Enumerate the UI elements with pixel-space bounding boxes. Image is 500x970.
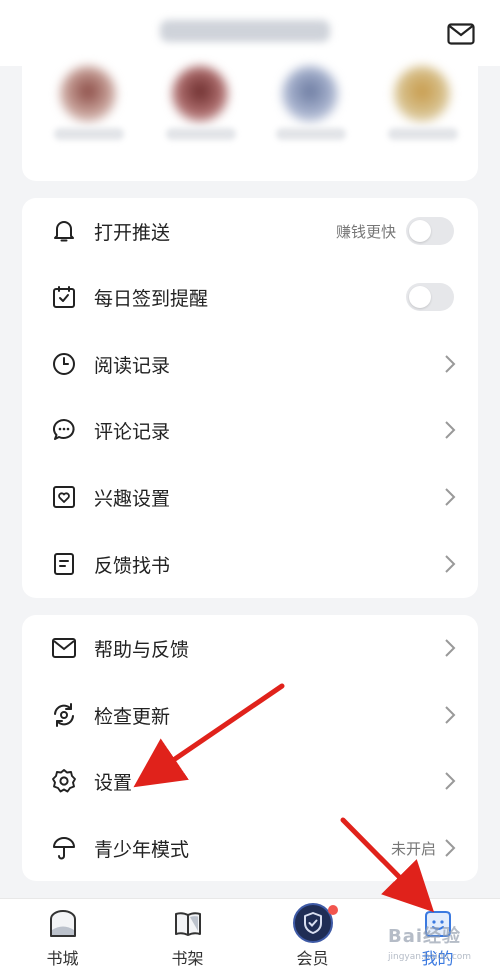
avatar[interactable] xyxy=(60,66,116,122)
bookstore-icon xyxy=(46,907,80,941)
toggle-knob xyxy=(409,286,431,308)
notification-dot xyxy=(328,905,338,915)
reading-history-row[interactable]: 阅读记录 xyxy=(22,331,478,397)
teen-mode-status: 未开启 xyxy=(390,839,436,858)
gear-icon xyxy=(50,767,78,795)
row-label: 阅读记录 xyxy=(94,354,171,377)
vip-shield-icon xyxy=(292,903,333,943)
avatar[interactable] xyxy=(394,66,450,122)
feedback-find-book-row[interactable]: 反馈找书 xyxy=(22,531,478,597)
toggle-knob xyxy=(409,220,431,242)
row-label: 每日签到提醒 xyxy=(94,287,209,310)
profile-header-area xyxy=(0,0,500,182)
checkin-reminder-row[interactable]: 每日签到提醒 xyxy=(22,264,478,330)
blurred-label xyxy=(54,128,124,140)
row-label: 评论记录 xyxy=(94,420,171,443)
tab-label: 书架 xyxy=(171,949,204,968)
avatar[interactable] xyxy=(172,66,228,122)
row-label: 打开推送 xyxy=(94,221,171,244)
row-label: 青少年模式 xyxy=(94,838,190,861)
calendar-check-icon xyxy=(50,283,78,311)
watermark-sub: jingyan.baidu.com xyxy=(388,952,472,962)
recent-authors-card xyxy=(22,50,478,181)
mail-button[interactable] xyxy=(444,18,478,50)
interest-settings-row[interactable]: 兴趣设置 xyxy=(22,464,478,530)
tab-bookshelf[interactable]: 书架 xyxy=(125,899,250,970)
chevron-right-icon xyxy=(442,638,458,658)
checkin-toggle[interactable] xyxy=(406,283,454,311)
row-label: 帮助与反馈 xyxy=(94,638,190,661)
chevron-right-icon xyxy=(442,838,458,858)
check-update-row[interactable]: 检查更新 xyxy=(22,682,478,748)
tab-bookstore[interactable]: 书城 xyxy=(0,899,125,970)
teen-mode-row[interactable]: 青少年模式 未开启 xyxy=(22,815,478,881)
chevron-right-icon xyxy=(442,420,458,440)
tab-label: 书城 xyxy=(46,949,79,968)
blurred-label xyxy=(276,128,346,140)
refresh-icon xyxy=(50,701,78,729)
mail-icon xyxy=(50,634,78,662)
chevron-right-icon xyxy=(442,705,458,725)
bell-icon xyxy=(50,217,78,245)
row-label: 兴趣设置 xyxy=(94,487,171,510)
umbrella-icon xyxy=(50,834,78,862)
avatar[interactable] xyxy=(282,66,338,122)
mail-icon xyxy=(447,23,475,45)
comment-history-row[interactable]: 评论记录 xyxy=(22,397,478,463)
document-icon xyxy=(50,550,78,578)
blurred-label xyxy=(166,128,236,140)
chevron-right-icon xyxy=(442,487,458,507)
tab-vip[interactable]: 会员 xyxy=(250,899,375,970)
clock-icon xyxy=(50,350,78,378)
row-label: 检查更新 xyxy=(94,705,171,728)
chevron-right-icon xyxy=(442,554,458,574)
bookshelf-icon xyxy=(171,907,205,941)
push-toggle[interactable] xyxy=(406,217,454,245)
watermark: Bai经验 xyxy=(388,926,462,947)
chevron-right-icon xyxy=(442,354,458,374)
heart-square-icon xyxy=(50,483,78,511)
settings-card: 帮助与反馈 检查更新 设置 青少年模式 未开启 xyxy=(22,615,478,881)
row-label: 设置 xyxy=(94,771,133,794)
push-hint: 赚钱更快 xyxy=(335,222,396,241)
notification-history-card: 打开推送 赚钱更快 每日签到提醒 阅读记录 评论记录 兴趣设置 反馈找书 xyxy=(22,198,478,598)
row-label: 反馈找书 xyxy=(94,554,171,577)
blurred-label xyxy=(388,128,458,140)
help-feedback-row[interactable]: 帮助与反馈 xyxy=(22,615,478,681)
tab-label: 会员 xyxy=(296,949,329,968)
comment-icon xyxy=(50,416,78,444)
blurred-username xyxy=(160,20,330,42)
push-toggle-row[interactable]: 打开推送 赚钱更快 xyxy=(22,198,478,264)
settings-row[interactable]: 设置 xyxy=(22,748,478,814)
chevron-right-icon xyxy=(442,771,458,791)
